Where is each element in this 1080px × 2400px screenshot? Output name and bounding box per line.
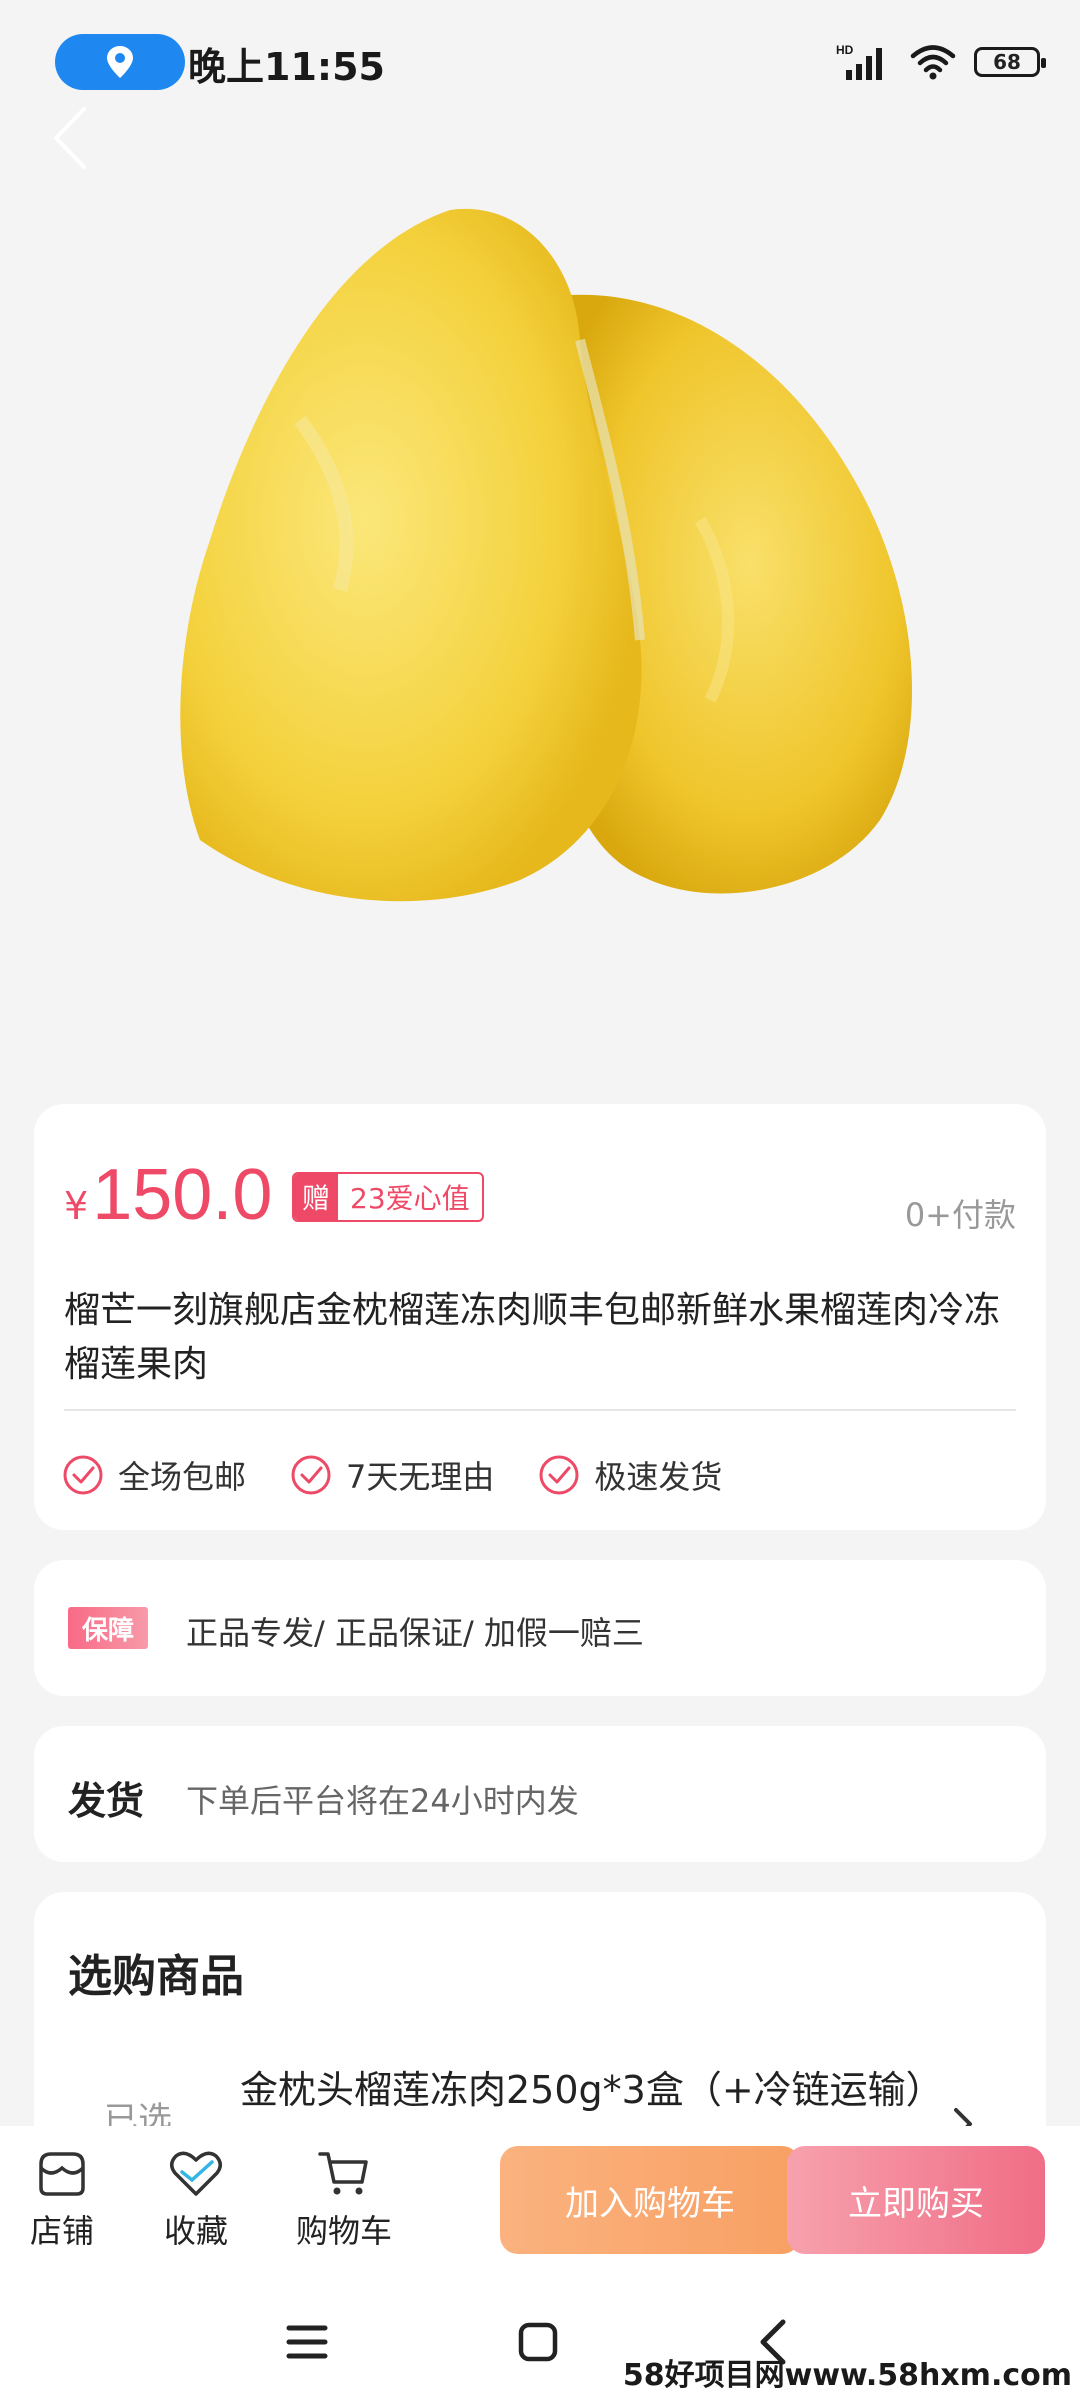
battery-level: 68 bbox=[993, 50, 1021, 74]
price-value: 150.0 bbox=[92, 1155, 273, 1235]
feature-label: 全场包邮 bbox=[118, 1458, 247, 1496]
price-symbol: ¥ bbox=[64, 1184, 89, 1228]
check-circle-icon bbox=[539, 1455, 579, 1495]
status-bar: 晚上11:55 HD 68 bbox=[0, 0, 1080, 120]
heart-icon bbox=[170, 2151, 222, 2196]
system-nav-bar: 58好项目网www.58hxm.com bbox=[0, 2286, 1080, 2400]
shipping-label: 发货 bbox=[68, 1779, 145, 1823]
store-icon bbox=[39, 2152, 85, 2196]
feature-item-returns: 7天无理由 bbox=[290, 1452, 494, 1498]
guarantee-card[interactable]: 保障 正品专发/ 正品保证/ 加假一赔三 bbox=[34, 1560, 1046, 1696]
feature-label: 极速发货 bbox=[594, 1458, 723, 1496]
store-button[interactable]: 店铺 bbox=[30, 2148, 94, 2252]
durian-image bbox=[180, 208, 913, 902]
gift-badge: 赠 23爱心值 bbox=[292, 1172, 484, 1222]
status-icons: HD 68 bbox=[836, 40, 1046, 84]
signal-icon: HD bbox=[836, 43, 882, 80]
location-pin-icon bbox=[107, 46, 133, 78]
check-circle-icon bbox=[291, 1455, 331, 1495]
bottom-action-bar: 店铺 收藏 购物车 加入购物车 立即购买 bbox=[0, 2126, 1080, 2286]
location-indicator bbox=[55, 34, 185, 90]
wifi-icon bbox=[910, 45, 956, 80]
guarantee-text: 正品专发/ 正品保证/ 加假一赔三 bbox=[186, 1614, 644, 1652]
check-circle-icon bbox=[63, 1455, 103, 1495]
select-product-card[interactable]: 选购商品 已选 金枕头榴莲冻肉250g*3盒（+冷链运输） bbox=[34, 1892, 1046, 2152]
favorite-button[interactable]: 收藏 bbox=[164, 2148, 228, 2252]
cart-label: 购物车 bbox=[296, 2212, 393, 2250]
menu-icon bbox=[286, 2325, 328, 2359]
price-card: ¥ 150.0 赠 23爱心值 0+付款 榴芒一刻旗舰店金枕榴莲冻肉顺丰包邮新鲜… bbox=[34, 1104, 1046, 1530]
gift-tag: 赠 bbox=[294, 1174, 339, 1220]
home-button[interactable] bbox=[503, 2310, 573, 2374]
product-title: 榴芒一刻旗舰店金枕榴莲冻肉顺丰包邮新鲜水果榴莲肉冷冻榴莲果肉 bbox=[64, 1290, 1001, 1385]
select-title: 选购商品 bbox=[68, 1951, 244, 2002]
cart-icon bbox=[318, 2152, 368, 2195]
battery-icon: 68 bbox=[974, 47, 1046, 77]
cart-button[interactable]: 购物车 bbox=[296, 2148, 392, 2252]
selected-variant[interactable]: 金枕头榴莲冻肉250g*3盒（+冷链运输） bbox=[240, 2062, 944, 2118]
shipping-card: 发货 下单后平台将在24小时内发 bbox=[34, 1726, 1046, 1862]
status-time: 晚上11:55 bbox=[188, 45, 385, 89]
product-image[interactable] bbox=[0, 120, 1080, 1090]
svg-text:HD: HD bbox=[836, 43, 854, 57]
paid-count: 0+付款 bbox=[904, 1196, 1016, 1234]
watermark: 58好项目网www.58hxm.com bbox=[622, 2358, 1072, 2393]
feature-item-fast-delivery: 极速发货 bbox=[538, 1452, 722, 1498]
feature-label: 7天无理由 bbox=[346, 1458, 495, 1496]
home-square-icon bbox=[518, 2322, 558, 2362]
divider bbox=[64, 1409, 1016, 1411]
feature-item-free-shipping: 全场包邮 bbox=[62, 1452, 246, 1498]
guarantee-badge: 保障 bbox=[68, 1607, 148, 1649]
store-label: 店铺 bbox=[30, 2212, 95, 2250]
add-to-cart-button[interactable]: 加入购物车 bbox=[500, 2146, 800, 2254]
price: ¥ 150.0 bbox=[64, 1154, 272, 1236]
gift-text: 23爱心值 bbox=[350, 1182, 470, 1215]
favorite-label: 收藏 bbox=[164, 2212, 229, 2250]
menu-button[interactable] bbox=[272, 2310, 342, 2374]
shipping-text: 下单后平台将在24小时内发 bbox=[186, 1782, 579, 1820]
feature-list: 全场包邮 7天无理由 极速发货 bbox=[62, 1452, 722, 1498]
buy-now-button[interactable]: 立即购买 bbox=[787, 2146, 1045, 2254]
